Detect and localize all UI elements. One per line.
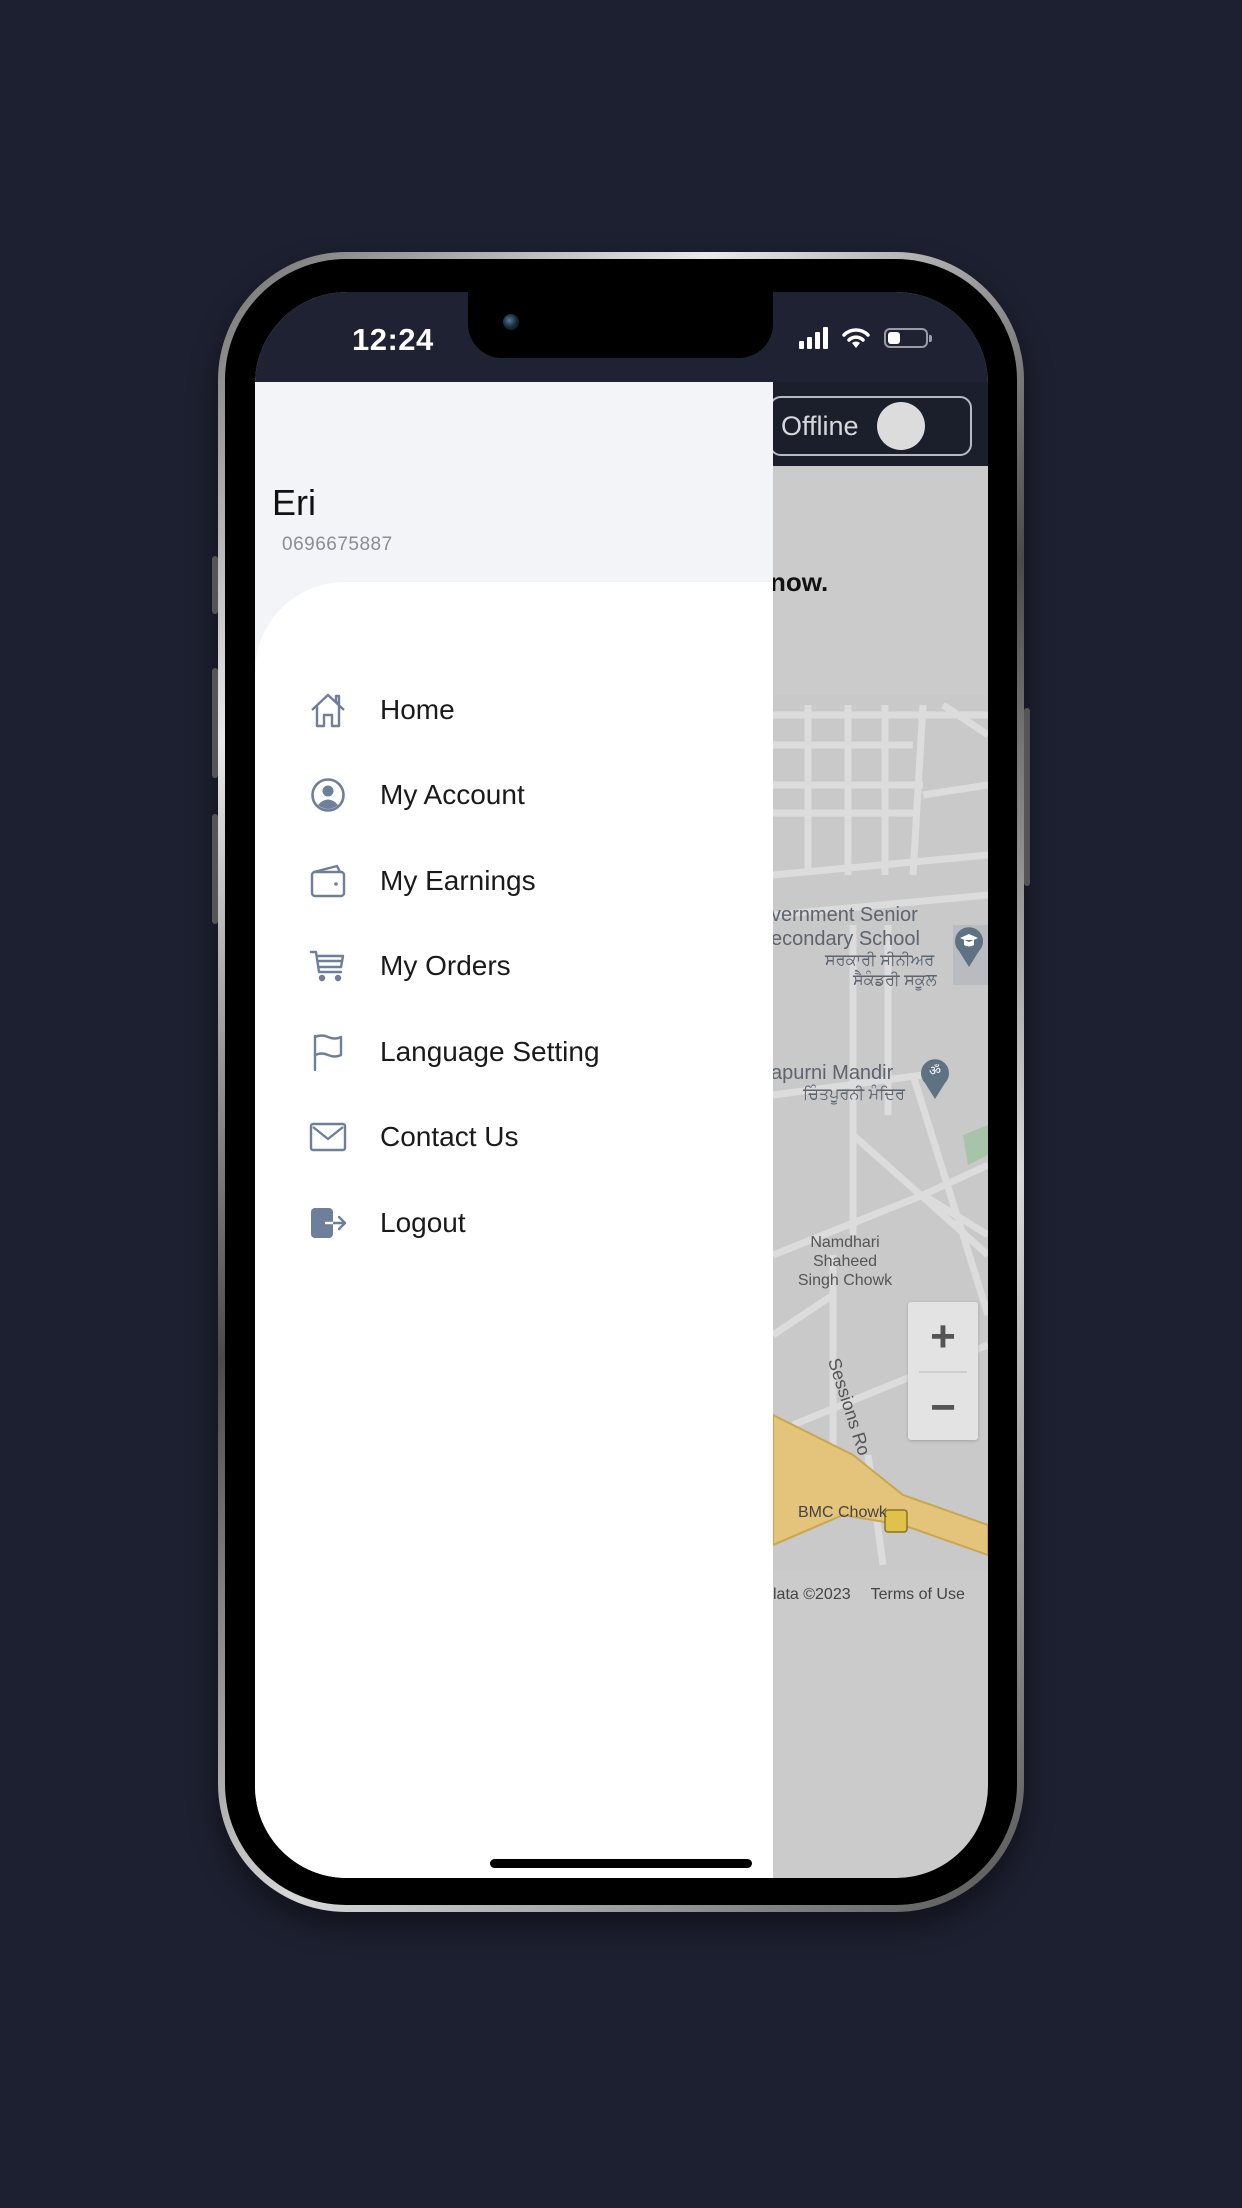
menu-item-my-earnings[interactable]: My Earnings (255, 838, 773, 924)
zoom-out-button[interactable]: − (908, 1373, 978, 1442)
volume-down-button (212, 814, 218, 924)
menu-label: Language Setting (380, 1035, 600, 1067)
zoom-in-button[interactable]: + (908, 1302, 978, 1371)
status-bar: 12:24 (255, 292, 988, 382)
svg-text:ॐ: ॐ (929, 1064, 941, 1079)
volume-up-button (212, 668, 218, 778)
menu-label: Contact Us (380, 1121, 519, 1153)
app-header: Offline (769, 382, 988, 466)
map-label-school: vernment Senior (773, 904, 918, 926)
side-drawer: Eri 0696675887 Home My Account My Earnin… (255, 382, 773, 1878)
chowk-line-1: Namdhari (810, 1234, 880, 1251)
drawer-menu: Home My Account My Earnings My Orders La… (255, 667, 773, 1266)
wifi-icon (842, 328, 870, 348)
cellular-signal-icon (799, 327, 828, 349)
map-footer: lata ©2023 Terms of Use (773, 1570, 988, 1620)
cart-icon (308, 946, 348, 986)
map-label-bmc: BMC Chowk (798, 1504, 887, 1521)
home-icon (308, 690, 348, 730)
map-label-school-pa-2: ਸੈਕੰਡਰੀ ਸਕੂਲ (853, 972, 937, 989)
toggle-knob (876, 402, 925, 450)
mail-icon (308, 1117, 348, 1157)
mute-switch (212, 556, 218, 614)
battery-icon (884, 328, 932, 348)
front-camera (503, 314, 519, 330)
notch (468, 292, 773, 358)
terms-of-use-link[interactable]: Terms of Use (871, 1586, 965, 1604)
menu-label: My Earnings (380, 864, 536, 896)
menu-label: My Account (380, 779, 525, 811)
menu-label: Logout (380, 1206, 466, 1238)
user-phone: 0696675887 (282, 534, 393, 555)
school-pin-icon (955, 927, 983, 967)
menu-label: My Orders (380, 950, 511, 982)
status-message: now. (770, 567, 829, 597)
map-label-school-pa: ਸਰਕਾਰੀ ਸੀਨੀਅਰ (825, 952, 935, 969)
drawer-menu-panel: Home My Account My Earnings My Orders La… (255, 582, 773, 1878)
map-label-school-2: econdary School (773, 928, 920, 950)
map-label-chowk: Namdhari Shaheed Singh Chowk (795, 1233, 895, 1290)
toggle-label: Offline (781, 410, 859, 441)
status-time: 12:24 (352, 322, 434, 357)
menu-label: Home (380, 693, 455, 725)
flag-icon (308, 1032, 348, 1072)
map-label-mandir: apurni Mandir (773, 1062, 894, 1084)
chowk-line-2: Shaheed (812, 1253, 878, 1270)
map-zoom-control: + − (908, 1302, 978, 1440)
menu-item-contact-us[interactable]: Contact Us (255, 1095, 773, 1181)
menu-item-my-orders[interactable]: My Orders (255, 924, 773, 1010)
menu-item-home[interactable]: Home (255, 667, 773, 753)
menu-item-my-account[interactable]: My Account (255, 753, 773, 839)
phone-screen: 12:24 Offline now. vernment Senior econd… (255, 292, 988, 1878)
home-indicator[interactable] (490, 1859, 752, 1868)
power-button (1024, 708, 1030, 886)
temple-pin-icon: ॐ (921, 1059, 949, 1099)
wallet-icon (308, 861, 348, 901)
menu-item-language-setting[interactable]: Language Setting (255, 1009, 773, 1095)
map-attribution: lata ©2023 (773, 1586, 851, 1603)
online-status-toggle[interactable]: Offline (769, 396, 972, 456)
logout-icon (308, 1203, 348, 1243)
menu-item-logout[interactable]: Logout (255, 1180, 773, 1266)
map-label-mandir-pa: ਚਿੰਤਪੂਰਨੀ ਮੰਦਿਰ (803, 1086, 905, 1103)
user-name: Eri (272, 482, 316, 523)
chowk-line-3: Singh Chowk (797, 1272, 893, 1289)
status-icons (799, 326, 932, 350)
user-circle-icon (308, 775, 348, 815)
